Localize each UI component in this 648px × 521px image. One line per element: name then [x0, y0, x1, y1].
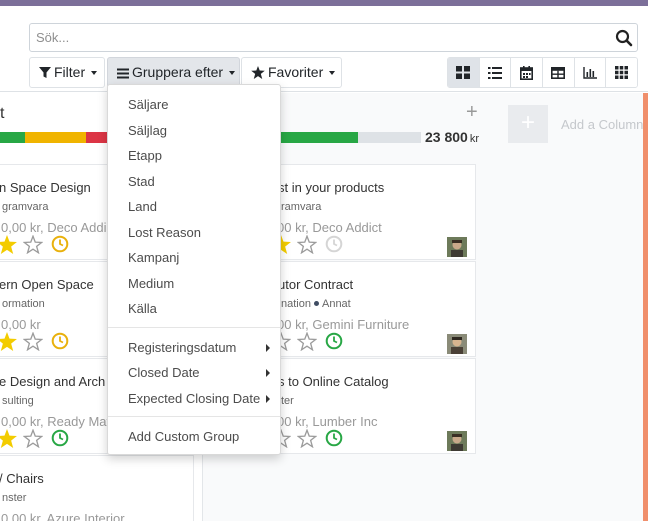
activity-clock-icon[interactable] — [325, 332, 343, 350]
add-column-label[interactable]: Add a Column — [561, 117, 643, 132]
groupby-date-option[interactable]: Registeringsdatum — [108, 336, 280, 360]
card-amount: 00 kr, Gemini Furniture — [277, 317, 410, 332]
tag-dot-icon — [313, 301, 319, 306]
progress-segment-yellow[interactable] — [25, 132, 86, 143]
progress-segment-empty[interactable] — [358, 132, 421, 143]
view-switcher — [447, 57, 638, 88]
add-custom-group-option[interactable]: Add Custom Group — [108, 425, 280, 449]
filter-icon — [39, 67, 51, 78]
activity-clock-icon[interactable] — [51, 332, 69, 350]
star-icon — [251, 66, 265, 79]
chevron-right-icon — [266, 369, 270, 377]
activity-clock-icon[interactable] — [325, 429, 343, 447]
chevron-down-icon — [329, 71, 336, 75]
star-empty-icon[interactable] — [23, 235, 43, 254]
filter-button[interactable]: Filter — [29, 57, 105, 88]
column-title[interactable]: t — [0, 105, 4, 123]
menu-divider — [108, 327, 280, 328]
card-title: n Space Design — [0, 180, 91, 195]
groupby-option[interactable]: Källa — [108, 297, 280, 321]
calendar-view-icon — [520, 65, 534, 80]
card-tags: sulting — [2, 395, 34, 407]
search-bar[interactable]: Sök... — [29, 23, 638, 52]
add-column-button[interactable]: + — [508, 105, 548, 143]
filter-label: Filter — [54, 64, 86, 80]
card-tags: nation Annat — [281, 298, 351, 310]
star-empty-icon[interactable] — [23, 429, 43, 448]
list-view-icon — [488, 66, 502, 79]
groupby-option[interactable]: Stad — [108, 170, 280, 194]
star-empty-icon[interactable] — [297, 235, 317, 254]
card-title: s to Online Catalog — [278, 374, 389, 389]
card-amount: 0,00 kr, Deco Addic — [1, 220, 114, 235]
card-tags: gramvara — [2, 201, 49, 213]
groupby-option[interactable]: Land — [108, 195, 280, 219]
star-filled-icon[interactable] — [0, 429, 17, 448]
column-total: 23 800 kr — [425, 129, 479, 145]
chevron-right-icon — [266, 395, 270, 403]
avatar[interactable] — [447, 237, 467, 257]
groupby-date-option[interactable]: Expected Closing Date — [108, 387, 280, 411]
card-title: e Design and Arch — [0, 374, 106, 389]
progress-segment-red[interactable] — [86, 132, 108, 143]
groupby-option[interactable]: Kampanj — [108, 246, 280, 270]
avatar[interactable] — [447, 334, 467, 354]
card-tags: nster — [2, 492, 27, 504]
search-input[interactable]: Sök... — [36, 24, 596, 51]
card-amount: 0,00 kr, Ready Mat — [1, 414, 111, 429]
menu-divider — [108, 416, 280, 417]
bars-icon — [117, 68, 129, 79]
groupby-option[interactable]: Säljlag — [108, 119, 280, 143]
column-add-plus-icon[interactable]: + — [466, 101, 478, 124]
control-panel: Sök... Filter Gruppera efter Favoriter — [0, 6, 648, 92]
list-view-button[interactable] — [479, 58, 512, 87]
card-tags: ter — [281, 395, 294, 407]
groupby-option[interactable]: Säljare — [108, 93, 280, 117]
calendar-view-button[interactable] — [511, 58, 544, 87]
card-tags: ramvara — [281, 201, 322, 213]
card-title: ern Open Space — [0, 277, 94, 292]
kanban-board: t n Space Design gramvara 0,00 kr, Deco … — [0, 93, 648, 521]
card-tags: ormation — [2, 298, 45, 310]
grid-view-button[interactable] — [606, 58, 637, 87]
card-amount: 0,00 kr — [1, 317, 41, 332]
card-amount: 00 kr, Deco Addict — [277, 220, 382, 235]
card-title: utor Contract — [278, 277, 354, 292]
kanban-view-icon — [456, 66, 471, 79]
chevron-down-icon — [91, 71, 98, 75]
star-filled-icon[interactable] — [0, 235, 17, 254]
star-filled-icon[interactable] — [0, 332, 17, 351]
star-empty-icon[interactable] — [23, 332, 43, 351]
progress-segment-green[interactable] — [0, 132, 25, 143]
pivot-view-button[interactable] — [543, 58, 575, 87]
chevron-down-icon — [229, 71, 236, 75]
groupby-option[interactable]: Medium — [108, 272, 280, 296]
graph-view-button[interactable] — [574, 58, 607, 87]
groupby-date-option[interactable]: Closed Date — [108, 361, 280, 385]
groupby-label: Gruppera efter — [132, 64, 224, 80]
column-edge-indicator — [643, 93, 648, 521]
pivot-view-icon — [551, 66, 566, 79]
card-amount: 00 kr, Lumber Inc — [277, 414, 378, 429]
kanban-view-button[interactable] — [448, 58, 480, 87]
star-empty-icon[interactable] — [297, 332, 317, 351]
favorites-label: Favoriter — [268, 64, 324, 80]
activity-clock-icon[interactable] — [325, 235, 343, 253]
activity-clock-icon[interactable] — [51, 429, 69, 447]
groupby-dropdown: Säljare Säljlag Etapp Stad Land Lost Rea… — [107, 84, 281, 455]
chevron-right-icon — [266, 344, 270, 352]
activity-clock-icon[interactable] — [51, 235, 69, 253]
grid-view-icon — [615, 66, 629, 79]
avatar[interactable] — [447, 431, 467, 451]
star-empty-icon[interactable] — [297, 429, 317, 448]
card-title: / Chairs — [0, 471, 44, 486]
search-icon[interactable] — [613, 27, 635, 49]
kanban-card[interactable]: / Chairs nster 0,00 kr, Azure Interior — [0, 455, 194, 521]
groupby-option[interactable]: Lost Reason — [108, 221, 280, 245]
card-amount: 0,00 kr, Azure Interior — [1, 511, 125, 521]
card-title: st in your products — [278, 180, 385, 195]
graph-view-icon — [583, 66, 598, 79]
groupby-option[interactable]: Etapp — [108, 144, 280, 168]
